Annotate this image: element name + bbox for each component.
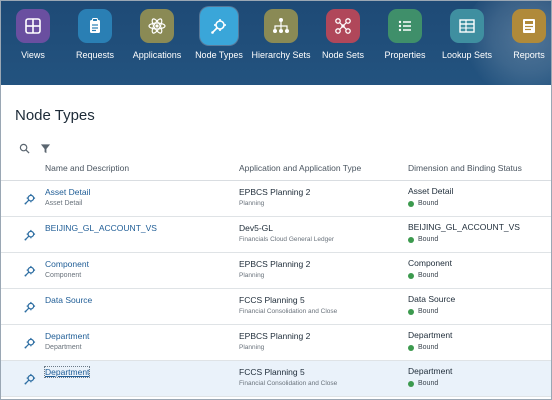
status-dot-icon	[408, 200, 414, 207]
node-type-icon	[23, 264, 37, 278]
list-icon	[388, 9, 422, 43]
table-row[interactable]: Department FCCS Planning 5 Financial Conso…	[1, 361, 551, 397]
atom-icon	[140, 9, 174, 43]
main-content: Node Types Name and Description Applicat…	[1, 85, 551, 399]
node-type-name-link[interactable]: Department	[43, 366, 91, 378]
node-type-name-link[interactable]: Data Source	[45, 295, 92, 305]
column-header-application[interactable]: Application and Application Type	[239, 163, 361, 173]
nav-item-reports[interactable]: Reports	[489, 9, 551, 60]
page-title: Node Types	[15, 107, 95, 124]
application-name: EPBCS Planning 2	[239, 331, 311, 341]
binding-status: Bound	[408, 308, 438, 315]
binding-status: Bound	[408, 380, 438, 387]
node-type-icon	[23, 300, 37, 314]
binding-status: Bound	[408, 272, 438, 279]
application-name: EPBCS Planning 2	[239, 187, 311, 197]
table-body: Asset Detail Asset Detail EPBCS Planning 2…	[1, 181, 551, 397]
node-type-icon	[23, 192, 37, 206]
application-name: FCCS Planning 5	[239, 367, 305, 377]
node-type-name-link[interactable]: Department	[45, 331, 89, 341]
application-type: Financial Consolidation and Close	[239, 308, 338, 315]
node-types-table: Name and Description Application and App…	[1, 159, 551, 397]
hierarchy-icon	[264, 9, 298, 43]
grid-icon	[16, 9, 50, 43]
binding-status: Bound	[408, 236, 438, 243]
node-type-description: Component	[45, 272, 82, 279]
dimension-name: Data Source	[408, 294, 456, 304]
table-icon	[450, 9, 484, 43]
node-type-name-link[interactable]: BEIJING_GL_ACCOUNT_VS	[45, 223, 157, 233]
filter-icon[interactable]	[40, 143, 51, 154]
node-type-icon	[23, 372, 37, 386]
app-window: Views Requests Applications Node Types H…	[0, 0, 552, 400]
binding-status-label: Bound	[418, 344, 439, 351]
application-name: FCCS Planning 5	[239, 295, 305, 305]
nav-items: Views Requests Applications Node Types H…	[1, 1, 551, 85]
table-row[interactable]: Department Department EPBCS Planning 2 Plan…	[1, 325, 551, 361]
toolbar	[19, 141, 51, 155]
dimension-name: BEIJING_GL_ACCOUNT_VS	[408, 222, 520, 232]
application-type: Financial Consolidation and Close	[239, 380, 338, 387]
table-row[interactable]: Asset Detail Asset Detail EPBCS Planning 2…	[1, 181, 551, 217]
node-type-icon	[23, 228, 37, 242]
binding-status-label: Bound	[418, 272, 439, 279]
search-icon[interactable]	[19, 143, 30, 154]
binding-status-label: Bound	[418, 308, 439, 315]
node-type-name-link[interactable]: Asset Detail	[45, 187, 90, 197]
top-navigation-bar: Views Requests Applications Node Types H…	[1, 1, 551, 85]
nodes-icon	[326, 9, 360, 43]
application-type: Planning	[239, 272, 265, 279]
table-row[interactable]: Data Source FCCS Planning 5 Financial Cons…	[1, 289, 551, 325]
node-gear-icon	[200, 7, 238, 45]
table-header: Name and Description Application and App…	[1, 159, 551, 181]
application-type: Financials Cloud General Ledger	[239, 236, 335, 243]
table-row[interactable]: Component Component EPBCS Planning 2 Planni…	[1, 253, 551, 289]
clipboard-icon	[78, 9, 112, 43]
column-header-name[interactable]: Name and Description	[45, 163, 129, 173]
dimension-name: Department	[408, 330, 453, 340]
binding-status: Bound	[408, 344, 438, 351]
report-icon	[512, 9, 546, 43]
node-type-name-link[interactable]: Component	[45, 259, 89, 269]
application-type: Planning	[239, 200, 265, 207]
status-dot-icon	[408, 380, 414, 387]
binding-status: Bound	[408, 200, 438, 207]
dimension-name: Asset Detail	[408, 186, 454, 196]
column-header-dimension[interactable]: Dimension and Binding Status	[408, 163, 522, 173]
node-type-description: Department	[45, 344, 82, 351]
dimension-name: Component	[408, 258, 452, 268]
status-dot-icon	[408, 236, 414, 243]
application-name: EPBCS Planning 2	[239, 259, 311, 269]
binding-status-label: Bound	[418, 236, 439, 243]
application-name: Dev5-GL	[239, 223, 274, 233]
application-type: Planning	[239, 344, 265, 351]
status-dot-icon	[408, 272, 414, 279]
node-type-description: Asset Detail	[45, 200, 83, 207]
binding-status-label: Bound	[418, 380, 439, 387]
node-type-icon	[23, 336, 37, 350]
dimension-name: Department	[408, 366, 453, 376]
status-dot-icon	[408, 344, 414, 351]
binding-status-label: Bound	[418, 200, 439, 207]
status-dot-icon	[408, 308, 414, 315]
nav-label: Reports	[513, 50, 545, 60]
table-row[interactable]: BEIJING_GL_ACCOUNT_VS Dev5-GL Financials C…	[1, 217, 551, 253]
